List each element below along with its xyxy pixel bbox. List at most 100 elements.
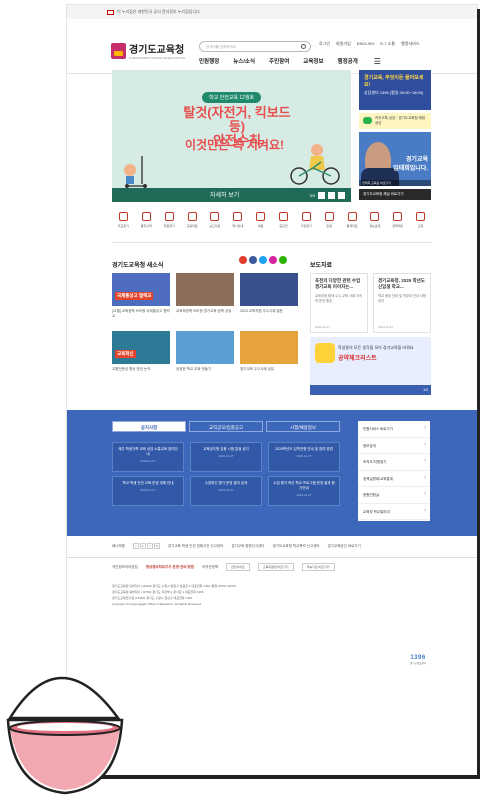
sns-thumb-badge: 교육혁신 bbox=[115, 350, 136, 358]
quick-link[interactable]: 보도자료 bbox=[203, 212, 226, 228]
sns-item[interactable]: 2024 교육지원 우수사례 발표 bbox=[240, 273, 298, 327]
call-center-badge[interactable]: 1396 경기교육콜센터 bbox=[405, 655, 431, 669]
side-promo: 경기교육, 무엇이든 물어보세요! 상담센터 1396 (평일 09:00~18… bbox=[359, 70, 431, 202]
district-office-select[interactable]: 교육지원청 바로가기 bbox=[257, 563, 294, 571]
notice-title: 2025학년도 입학전형 안내 및 참여 방법 bbox=[275, 447, 333, 451]
quick-label: 정책제안 bbox=[392, 224, 404, 228]
next-button[interactable]: > bbox=[146, 543, 153, 549]
youtube-icon[interactable] bbox=[239, 256, 247, 264]
sns-item[interactable]: 교육혁신 교원전문성 향상 방안 논의 bbox=[112, 331, 170, 385]
notice-item[interactable]: 2025학년도 입학전형 안내 및 참여 방법 2024.12.27 bbox=[268, 442, 340, 472]
quick-link[interactable]: 학교찾기 bbox=[112, 212, 135, 228]
notice-item[interactable]: 수업혁신 평가 운영 결과 공개 2024.12.27 bbox=[190, 476, 262, 506]
utility-menu: 로그인 회원가입 ENGLISH E-7 소통 행정서비스 bbox=[319, 41, 419, 47]
quick-link[interactable]: 정보공개 bbox=[363, 212, 386, 228]
instagram-icon[interactable] bbox=[269, 256, 277, 264]
banner-tag: 학교 안전교육 12월호 bbox=[202, 92, 262, 103]
hamburger-menu-icon[interactable]: ☰ bbox=[374, 57, 381, 66]
notice-item[interactable]: 교육공무원 임용 시험 일정 공지 2024.12.27 bbox=[190, 442, 262, 472]
banner-more-link[interactable]: 자세히 보기 bbox=[210, 190, 239, 199]
util-login[interactable]: 로그인 bbox=[319, 41, 330, 47]
quick-link[interactable]: 민원 bbox=[318, 212, 341, 228]
quick-link[interactable]: 교육지원 bbox=[181, 212, 204, 228]
util-join[interactable]: 회원가입 bbox=[336, 41, 351, 47]
sns-thumb-image bbox=[176, 273, 234, 306]
quick-side-menu: 민원서비스 바로가기 정보공개 조직도/직원찾기 정책실명제/교육통계 종합민원… bbox=[358, 421, 430, 521]
sns-item[interactable]: 경기교육 우수사례 공유 bbox=[240, 331, 298, 385]
side-menu-item[interactable]: 조직도/직원찾기 bbox=[358, 454, 430, 471]
sns-section-title: 경기도교육청 새소식 bbox=[112, 263, 164, 269]
tab-bid[interactable]: 교직공모/입찰공고 bbox=[189, 421, 263, 432]
channel-link[interactable]: 경기도교육청 채널 바로가기 bbox=[359, 189, 431, 200]
quick-link[interactable]: 채용 bbox=[249, 212, 272, 228]
press-card-desc: 교육과정 함께 우수 교육 사례 지속적 운영 예정 bbox=[315, 294, 363, 303]
side-menu-item[interactable]: 민원서비스 바로가기 bbox=[358, 421, 430, 438]
related-site-select[interactable]: 관련사이트 bbox=[226, 563, 250, 571]
twitter-icon[interactable] bbox=[259, 256, 267, 264]
quick-link[interactable]: 정책제안 bbox=[386, 212, 409, 228]
press-section-title: 보도자료 bbox=[310, 263, 333, 269]
sns-item[interactable]: 국제통상고 협력교 [11월] 교육정책 브리핑 국제통상고 협력교 bbox=[112, 273, 170, 327]
sns-item[interactable]: 공정한 학교 교육 만들기 bbox=[176, 331, 234, 385]
util-english[interactable]: ENGLISH bbox=[357, 41, 375, 47]
banner-link[interactable]: 경기교육 청렴신고센터 bbox=[231, 544, 264, 549]
quick-link[interactable]: 통계자료 bbox=[341, 212, 364, 228]
page-number[interactable]: 1 bbox=[139, 543, 146, 549]
press-card[interactable]: 포천의 다양한 관련 수업 경기교육 이어지는... 교육과정 함께 우수 교육… bbox=[310, 273, 368, 333]
notice-item[interactable]: 제주 학생가족 교육 상담 소통교육 참여안내 2024.12.27 bbox=[112, 442, 184, 472]
tab-notice[interactable]: 공지사항 bbox=[112, 421, 186, 432]
side-menu-item[interactable]: 정책실명제/교육통계 bbox=[358, 471, 430, 487]
tab-recruit[interactable]: 시험/채용정보 bbox=[266, 421, 340, 432]
quick-link[interactable]: 학원찾기 bbox=[158, 212, 181, 228]
banner-prev-button[interactable] bbox=[318, 192, 325, 199]
util-e7[interactable]: E-7 소통 bbox=[380, 41, 395, 47]
quick-label: 공모전 bbox=[279, 224, 288, 228]
nav-item-civil[interactable]: 민원행정 bbox=[199, 57, 219, 66]
nav-item-news[interactable]: 뉴스/소식 bbox=[233, 57, 255, 66]
banner-pager: 3/3 bbox=[309, 192, 345, 199]
side-menu-item[interactable]: 종합민원실 bbox=[358, 487, 430, 504]
kakao-card[interactable]: 카카오톡 상담 · 경기도교육청 채팅상담 bbox=[359, 113, 431, 129]
sns-item[interactable]: 교육부정책 브리핑 경기교육 정책 공유 bbox=[176, 273, 234, 327]
quick-label: 통학구역 bbox=[140, 224, 152, 228]
notice-item[interactable]: 수업 평가 혁신 학교 프로그램 운영 결과 평가안내 2024.12.27 bbox=[268, 476, 340, 506]
press-card[interactable]: 경기교육청, 2025 학년도 신입생 학교... 학교 배정 안내 및 학부모… bbox=[373, 273, 431, 333]
quick-civil-icon bbox=[324, 212, 334, 221]
banner-link[interactable]: 경기도교육청 학교폭력 신고센터 bbox=[273, 544, 320, 549]
util-service[interactable]: 행정서비스 bbox=[401, 41, 419, 47]
search-icon[interactable] bbox=[301, 44, 306, 49]
prev-button[interactable]: < bbox=[132, 543, 139, 549]
quick-link[interactable]: 통학구역 bbox=[135, 212, 158, 228]
blog-icon[interactable] bbox=[279, 256, 287, 264]
side-menu-item[interactable]: 정보공개 bbox=[358, 438, 430, 454]
footer-link[interactable]: 저작권정책 bbox=[202, 565, 218, 570]
footer-link-privacy[interactable]: 영상정보처리기기 운영·관리 방침 bbox=[146, 565, 194, 570]
consult-text: 상담센터 1396 (평일 09:00~18:00) bbox=[364, 90, 424, 95]
consult-card[interactable]: 경기교육, 무엇이든 물어보세요! 상담센터 1396 (평일 09:00~18… bbox=[359, 70, 431, 110]
main-banner[interactable]: 학교 안전교육 12월호 탈것(자전거, 킥보드 등) 안전수칙 이것만은 꼭 … bbox=[112, 70, 351, 202]
nav-item-disclosure[interactable]: 행정공개 bbox=[338, 57, 358, 66]
quick-link[interactable]: 규정 bbox=[409, 212, 432, 228]
banner-link[interactable]: 경기교육공간 바로가기 bbox=[328, 544, 361, 549]
nav-item-education[interactable]: 교육정보 bbox=[303, 57, 323, 66]
quick-school-icon bbox=[118, 212, 128, 221]
superintendent-card[interactable]: 경기교육 임태희입니다. 임태희 교육감 바로가기 bbox=[359, 132, 431, 186]
notice-item[interactable]: 학교 학생 안전 교육 운영 계획 안내 2024.12.27 bbox=[112, 476, 184, 506]
notice-title: 학교 학생 안전 교육 운영 계획 안내 bbox=[122, 481, 174, 485]
site-logo[interactable]: 경기도교육청 GYEONGGIDO OFFICE OF EDUCATION bbox=[111, 41, 185, 60]
banner-pause-button[interactable] bbox=[328, 192, 335, 199]
facebook-icon[interactable] bbox=[249, 256, 257, 264]
quick-link[interactable]: 기관찾기 bbox=[295, 212, 318, 228]
promo-banner[interactable]: 학생들의 모든 생각을 모아 경기교육을 바꿔요 공약체크리스트 1/3 bbox=[310, 337, 431, 395]
pause-button[interactable]: II bbox=[153, 543, 160, 549]
banner-link[interactable]: 경기교육 학생 인권 침해사건 신고센터 bbox=[168, 544, 223, 549]
footer-link[interactable]: 개인정보처리방침 bbox=[112, 565, 138, 570]
banner-next-button[interactable] bbox=[338, 192, 345, 199]
quick-label: 민원 bbox=[326, 224, 332, 228]
search-input[interactable]: 검색어를 입력하세요 bbox=[199, 41, 311, 52]
nav-item-participation[interactable]: 주민참여 bbox=[269, 57, 289, 66]
agency-select[interactable]: 직속기관 바로가기 bbox=[301, 563, 335, 571]
side-menu-item[interactable]: 교육부 학교알리미 bbox=[358, 504, 430, 520]
quick-link[interactable]: 행사안내 bbox=[226, 212, 249, 228]
quick-link[interactable]: 공모전 bbox=[272, 212, 295, 228]
